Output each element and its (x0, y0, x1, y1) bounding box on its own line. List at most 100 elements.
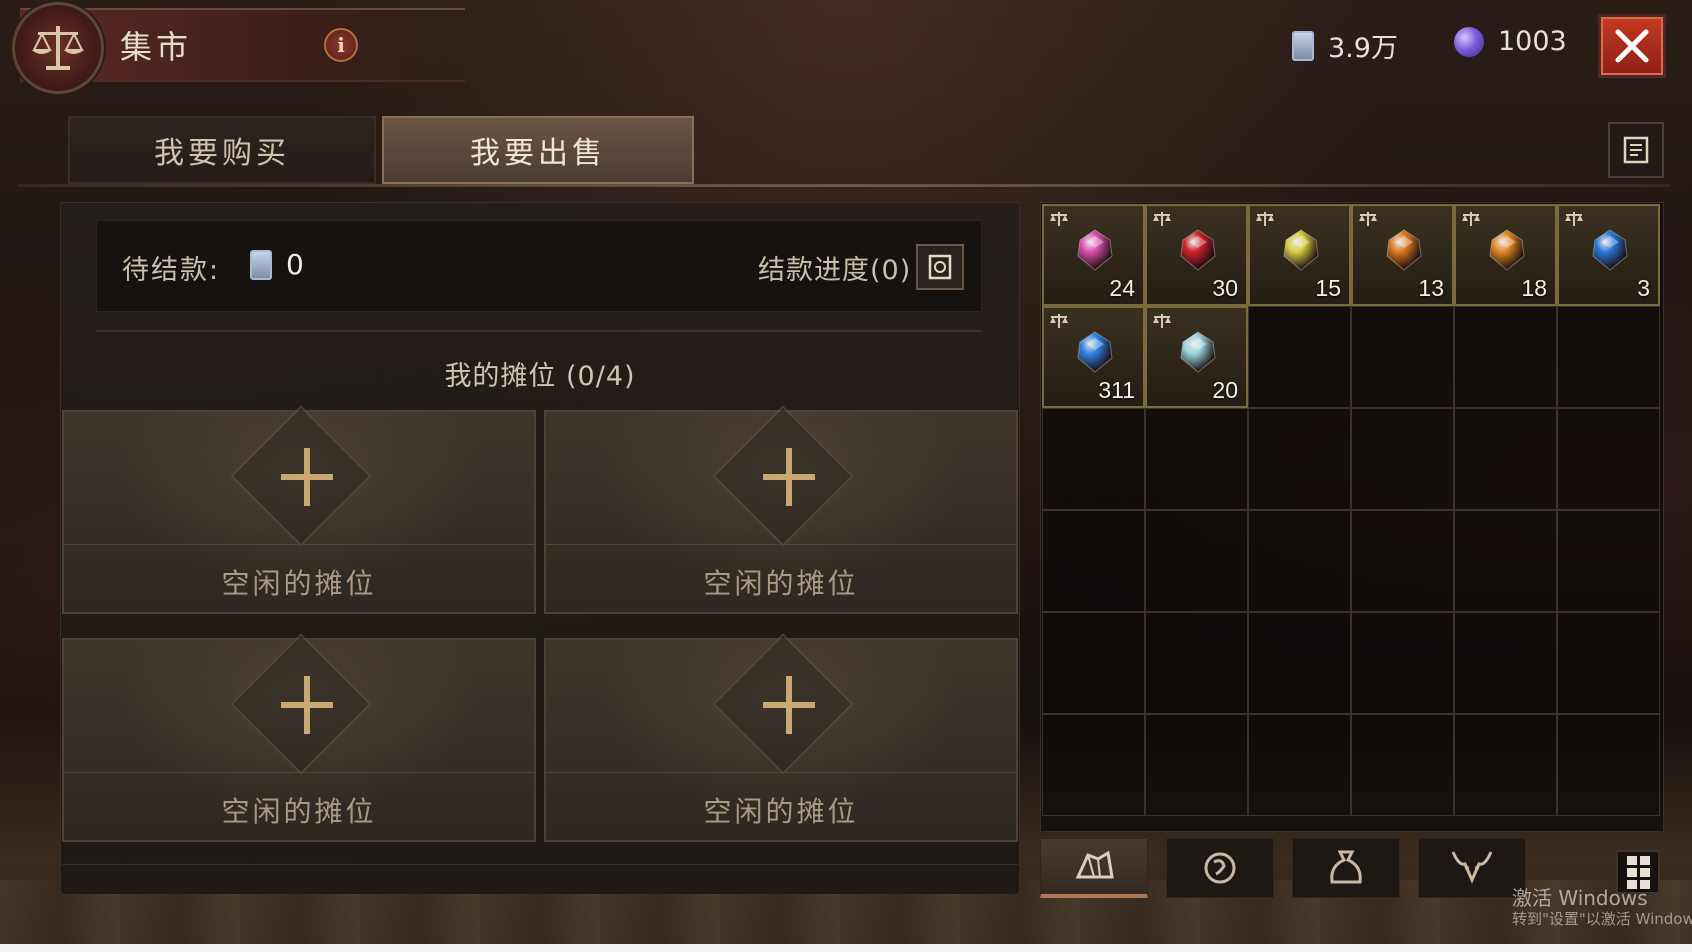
empty-inventory-cell[interactable] (1248, 408, 1351, 510)
inventory-item[interactable]: 18 (1454, 204, 1557, 306)
inventory-tab-demons[interactable] (1418, 838, 1526, 898)
add-plus-icon (281, 676, 333, 734)
inventory-item[interactable]: 20 (1145, 306, 1248, 408)
booth-slot[interactable]: 空闲的摊位 (544, 405, 1018, 614)
empty-inventory-cell[interactable] (1248, 510, 1351, 612)
booth-slot[interactable]: 空闲的摊位 (62, 633, 536, 842)
empty-inventory-cell[interactable] (1042, 714, 1145, 816)
currency-orb: 1003 (1454, 26, 1567, 57)
tradeable-scales-icon (1359, 212, 1377, 226)
info-icon: i (337, 33, 345, 57)
records-button[interactable] (1608, 122, 1664, 178)
empty-inventory-cell[interactable] (1557, 306, 1660, 408)
item-count: 311 (1098, 377, 1135, 403)
tradeable-scales-icon (1256, 212, 1274, 226)
yellow-gem-icon (1283, 229, 1319, 271)
scroll-currency-amount: 3.9万 (1328, 33, 1398, 64)
empty-inventory-cell[interactable] (1351, 408, 1454, 510)
empty-inventory-cell[interactable] (1248, 612, 1351, 714)
tab-buy[interactable]: 我要购买 (68, 116, 376, 184)
empty-inventory-cell[interactable] (1145, 408, 1248, 510)
booth-slot[interactable]: 空闲的摊位 (62, 405, 536, 614)
tradeable-scales-icon (1050, 314, 1068, 328)
tradeable-scales-icon (1153, 212, 1171, 226)
close-icon (1615, 29, 1649, 63)
settlement-progress-button[interactable] (916, 244, 964, 290)
empty-inventory-cell[interactable] (1557, 510, 1660, 612)
item-count: 24 (1109, 275, 1135, 301)
empty-inventory-cell[interactable] (1145, 510, 1248, 612)
empty-inventory-cell[interactable] (1351, 612, 1454, 714)
empty-inventory-cell[interactable] (1454, 612, 1557, 714)
item-count: 3 (1637, 275, 1650, 301)
inventory-item[interactable]: 13 (1351, 204, 1454, 306)
inventory-item[interactable]: 3 (1557, 204, 1660, 306)
inventory-item[interactable]: 30 (1145, 204, 1248, 306)
scroll-currency-icon (250, 250, 272, 280)
item-count: 30 (1212, 275, 1238, 301)
grid-dot (1626, 855, 1637, 865)
booth-slot-label: 空闲的摊位 (703, 795, 859, 828)
section-divider (96, 330, 982, 332)
grid-dot (1626, 867, 1637, 877)
scroll-document-icon (928, 254, 952, 280)
add-plus-icon (763, 676, 815, 734)
panel-footer (62, 864, 1018, 894)
inventory-item[interactable]: 311 (1042, 306, 1145, 408)
item-count: 13 (1418, 275, 1444, 301)
slot-divider (546, 772, 1016, 773)
empty-inventory-cell[interactable] (1454, 306, 1557, 408)
tab-sell[interactable]: 我要出售 (382, 116, 694, 184)
empty-inventory-cell[interactable] (1042, 612, 1145, 714)
booth-slot-label: 空闲的摊位 (221, 567, 377, 600)
booth-slot-label: 空闲的摊位 (221, 795, 377, 828)
inventory-tab-gems[interactable] (1040, 838, 1148, 898)
empty-inventory-cell[interactable] (1557, 408, 1660, 510)
empty-inventory-cell[interactable] (1248, 714, 1351, 816)
inventory-tab-runes[interactable] (1166, 838, 1274, 898)
slot-divider (64, 772, 534, 773)
booth-title: 我的摊位 (0/4) (444, 361, 636, 392)
empty-inventory-cell[interactable] (1351, 714, 1454, 816)
close-button[interactable] (1598, 14, 1666, 78)
blue-gem-icon (1592, 229, 1628, 271)
empty-inventory-cell[interactable] (1351, 306, 1454, 408)
empty-inventory-cell[interactable] (1248, 306, 1351, 408)
scroll-currency-icon (1292, 30, 1314, 61)
currency-scroll: 3.9万 (1292, 26, 1398, 65)
settlement-progress-label: 结款进度(0) (758, 255, 912, 286)
market-screen: 集市 i 3.9万 1003 我要购买 我要出售 待结款: 0 结款进度(0) … (0, 0, 1692, 952)
empty-inventory-cell[interactable] (1042, 408, 1145, 510)
orb-currency-icon (1454, 26, 1484, 57)
empty-inventory-cell[interactable] (1454, 714, 1557, 816)
tradeable-scales-icon (1153, 314, 1171, 328)
empty-inventory-cell[interactable] (1145, 612, 1248, 714)
empty-inventory-cell[interactable] (1042, 510, 1145, 612)
inventory-item[interactable]: 24 (1042, 204, 1145, 306)
inventory-item[interactable]: 15 (1248, 204, 1351, 306)
grid-dot (1639, 867, 1650, 877)
info-button[interactable]: i (324, 28, 358, 62)
tradeable-scales-icon (1462, 212, 1480, 226)
inventory-grid: 24 30 15 13 18 3 311 20 (1042, 204, 1662, 820)
cyan-gem-icon (1180, 331, 1216, 373)
orange-gem-icon (1489, 229, 1525, 271)
empty-inventory-cell[interactable] (1454, 408, 1557, 510)
inventory-tab-bags[interactable] (1292, 838, 1400, 898)
slot-divider (64, 544, 534, 545)
bag-category-icon (1330, 850, 1362, 884)
empty-inventory-cell[interactable] (1557, 714, 1660, 816)
tab-divider (18, 184, 1670, 187)
empty-inventory-cell[interactable] (1351, 510, 1454, 612)
bottom-edge (0, 944, 1692, 952)
empty-inventory-cell[interactable] (1145, 714, 1248, 816)
empty-inventory-cell[interactable] (1454, 510, 1557, 612)
scales-logo-icon (12, 2, 104, 94)
red-gem-icon (1180, 229, 1216, 271)
orb-currency-amount: 1003 (1498, 26, 1567, 57)
orange-gem-icon (1386, 229, 1422, 271)
booth-slot[interactable]: 空闲的摊位 (544, 633, 1018, 842)
pending-amount: 0 (286, 248, 304, 281)
empty-inventory-cell[interactable] (1557, 612, 1660, 714)
blue-gem-icon (1077, 331, 1113, 373)
